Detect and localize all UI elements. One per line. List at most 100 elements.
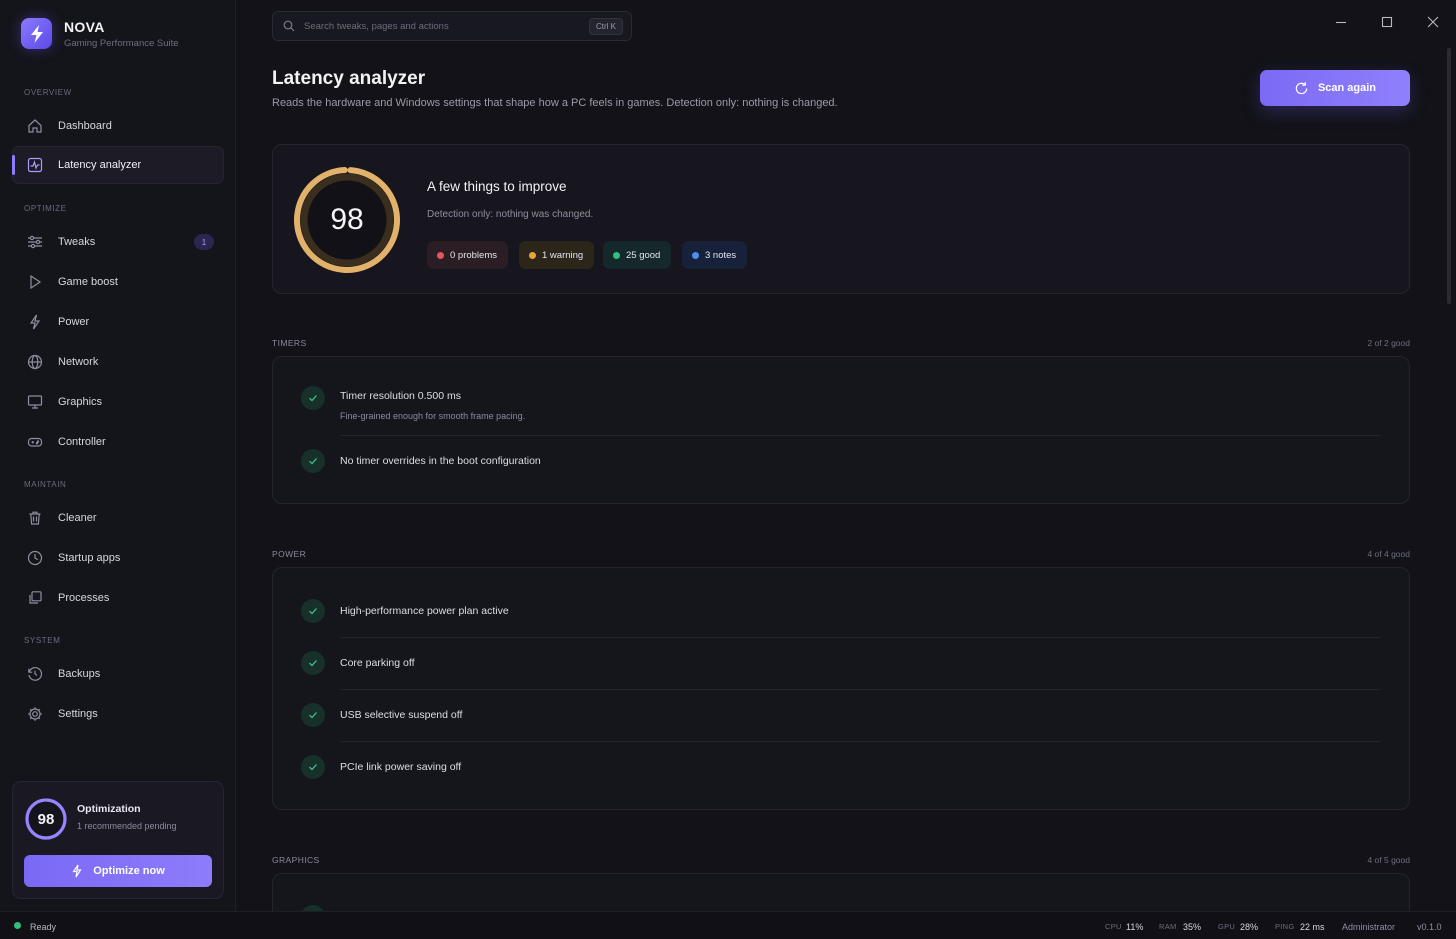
- warnings-label: 1 warning: [542, 249, 584, 261]
- summary-card: 98 A few things to improve Detection onl…: [272, 144, 1410, 294]
- sidebar-item-label: Game boost: [58, 276, 118, 288]
- row-title: No timer overrides in the boot configura…: [340, 455, 541, 467]
- sidebar-item-label: Power: [58, 316, 90, 328]
- section-count-timers: 2 of 2 good: [1367, 338, 1410, 348]
- sidebar-item-settings[interactable]: Settings: [12, 695, 224, 733]
- app-name: NOVA: [64, 18, 105, 35]
- ping-value: 22 ms: [1300, 922, 1325, 932]
- row-divider: [340, 741, 1381, 742]
- sidebar-item-label: Latency analyzer: [58, 159, 142, 171]
- search-input[interactable]: [304, 17, 584, 35]
- warning-dot-icon: [529, 251, 536, 259]
- sidebar-item-cleaner[interactable]: Cleaner: [12, 499, 224, 537]
- bolt-logo-icon: [21, 18, 52, 49]
- globe-icon: [27, 354, 43, 370]
- maximize-icon[interactable]: [1379, 14, 1395, 30]
- sidebar-item-label: Graphics: [58, 396, 103, 408]
- optimization-card: 98 Optimization 1 recommended pending Op…: [12, 781, 224, 899]
- gpu-label: GPU: [1218, 922, 1236, 931]
- timers-card: Timer resolution 0.500 ms Fine-grained e…: [272, 356, 1410, 504]
- check-icon: [301, 599, 325, 623]
- optimization-score: 98: [37, 810, 55, 828]
- list-item: No timer overrides in the boot configura…: [301, 449, 1381, 477]
- notes-pill[interactable]: 3 notes: [682, 241, 748, 269]
- row-divider: [340, 637, 1381, 638]
- sidebar-item-network[interactable]: Network: [12, 343, 224, 381]
- warnings-pill[interactable]: 1 warning: [519, 241, 595, 269]
- notes-label: 3 notes: [705, 249, 737, 261]
- optimization-title: Optimization: [77, 803, 141, 815]
- trash-icon: [27, 510, 43, 526]
- cpu-value: 11%: [1126, 922, 1144, 932]
- sidebar-item-label: Cleaner: [58, 512, 97, 524]
- sidebar-item-label: Startup apps: [58, 552, 121, 564]
- ping-label: PING: [1275, 922, 1295, 931]
- gear-icon: [27, 706, 43, 722]
- check-icon: [301, 449, 325, 473]
- scan-again-label: Scan again: [1317, 82, 1377, 94]
- status-text: Ready: [30, 922, 57, 932]
- section-label-power: POWER: [272, 549, 307, 559]
- clock-icon: [27, 550, 43, 566]
- sidebar-item-backups[interactable]: Backups: [12, 655, 224, 693]
- status-ready-icon: [14, 922, 21, 929]
- row-divider: [340, 689, 1381, 690]
- search-box[interactable]: Ctrl K: [272, 11, 632, 41]
- section-label-graphics: GRAPHICS: [272, 855, 320, 865]
- nav-section-system: SYSTEM: [24, 636, 61, 645]
- sidebar-item-label: Tweaks: [58, 236, 96, 248]
- problems-pill[interactable]: 0 problems: [427, 241, 508, 269]
- sidebar-item-label: Backups: [58, 668, 101, 680]
- optimization-subtitle: 1 recommended pending: [77, 821, 177, 831]
- row-title: High-performance power plan active: [340, 605, 509, 617]
- good-pill[interactable]: 25 good: [603, 241, 672, 269]
- sidebar-item-startup-apps[interactable]: Startup apps: [12, 539, 224, 577]
- close-icon[interactable]: [1425, 14, 1441, 30]
- graphics-card: [272, 873, 1410, 911]
- sidebar: NOVA Gaming Performance Suite OVERVIEW O…: [0, 0, 236, 911]
- sidebar-item-graphics[interactable]: Graphics: [12, 383, 224, 421]
- bolt-icon: [27, 314, 43, 330]
- ram-label: RAM: [1159, 922, 1177, 931]
- good-label: 25 good: [626, 249, 661, 261]
- sidebar-item-processes[interactable]: Processes: [12, 579, 224, 617]
- section-count-power: 4 of 4 good: [1367, 549, 1410, 559]
- row-title: Timer resolution 0.500 ms: [340, 390, 461, 402]
- sliders-icon: [27, 234, 43, 250]
- scan-again-button[interactable]: Scan again: [1260, 70, 1410, 106]
- layers-icon: [27, 590, 43, 606]
- bolt-icon: [71, 864, 93, 878]
- row-title: Core parking off: [340, 657, 415, 669]
- list-item: USB selective suspend off: [301, 703, 1381, 731]
- problem-dot-icon: [437, 251, 444, 259]
- page-title: Latency analyzer: [272, 68, 426, 89]
- home-icon: [27, 118, 43, 134]
- check-icon: [301, 755, 325, 779]
- list-item: PCIe link power saving off: [301, 755, 1381, 783]
- sidebar-item-latency-analyzer[interactable]: Latency analyzer: [12, 146, 224, 184]
- sidebar-item-game-boost[interactable]: Game boost: [12, 263, 224, 301]
- main-scrollbar[interactable]: [1447, 48, 1451, 304]
- check-icon: [301, 651, 325, 675]
- sidebar-item-label: Controller: [58, 436, 106, 448]
- optimize-now-label: Optimize now: [93, 865, 165, 877]
- row-description: Fine-grained enough for smooth frame pac…: [340, 411, 526, 421]
- sidebar-item-label: Settings: [58, 708, 98, 720]
- row-title: PCIe link power saving off: [340, 761, 462, 773]
- check-icon: [301, 703, 325, 727]
- page-subtitle: Reads the hardware and Windows settings …: [272, 97, 838, 109]
- sidebar-item-controller[interactable]: Controller: [12, 423, 224, 461]
- optimize-now-button[interactable]: Optimize now: [24, 855, 212, 887]
- minimize-icon[interactable]: [1333, 14, 1349, 30]
- summary-subtitle: Detection only: nothing was changed.: [427, 209, 594, 220]
- sidebar-item-label: Network: [58, 356, 99, 368]
- sidebar-item-power[interactable]: Power: [12, 303, 224, 341]
- sidebar-item-tweaks[interactable]: Tweaks 1: [12, 223, 224, 261]
- list-item: Timer resolution 0.500 ms Fine-grained e…: [301, 386, 1381, 434]
- app-subtitle: Gaming Performance Suite: [64, 37, 179, 49]
- score-value: 98: [330, 203, 364, 236]
- power-card: High-performance power plan active Core …: [272, 567, 1410, 810]
- problems-label: 0 problems: [450, 249, 497, 261]
- sidebar-item-dashboard[interactable]: Dashboard: [12, 107, 224, 145]
- user-role: Administrator: [1342, 922, 1396, 932]
